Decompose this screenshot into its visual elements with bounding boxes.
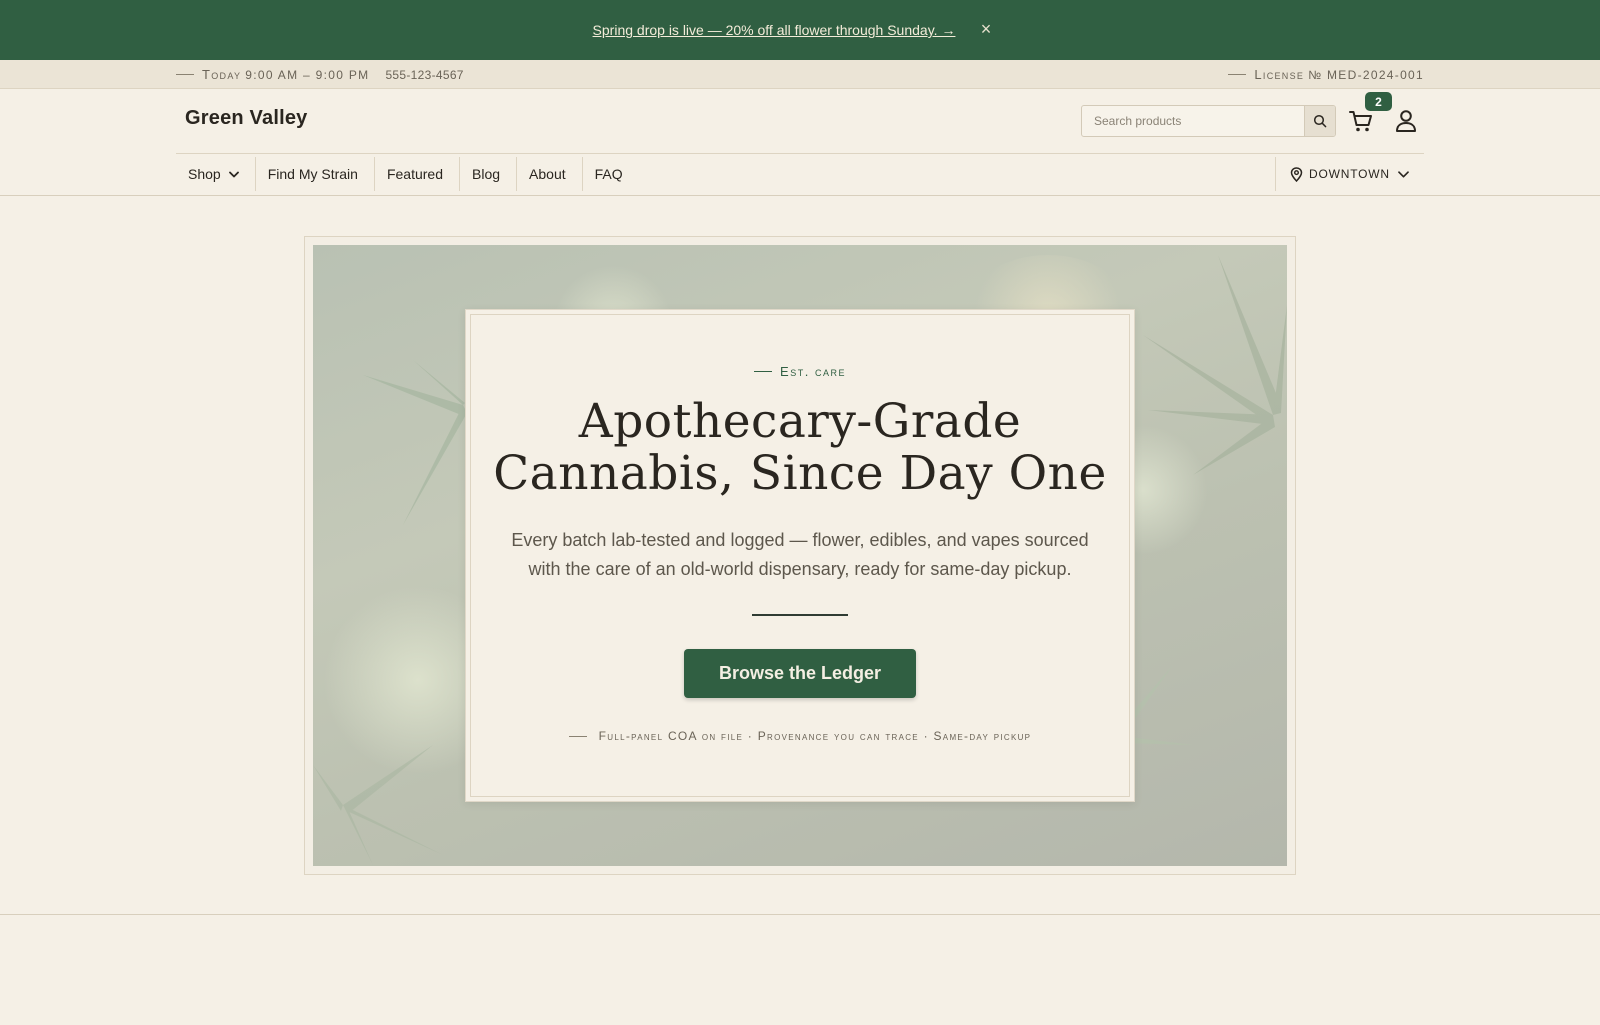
nav-item-find-my-strain[interactable]: Find My Strain [256, 157, 375, 191]
dash-divider [754, 371, 773, 372]
hours-label: Today [202, 67, 242, 82]
header-divider [0, 195, 1600, 196]
user-icon [1396, 110, 1416, 132]
nav-item-label: Shop [188, 166, 221, 182]
section-divider [0, 914, 1600, 915]
close-icon[interactable]: × [975, 18, 997, 40]
eyebrow-text: Est. care [780, 364, 846, 379]
location-pin-icon [1290, 166, 1303, 182]
promo-banner: Spring drop is live — 20% off all flower… [0, 0, 1600, 60]
hero-eyebrow: Est. care [0, 364, 1600, 379]
nav-item-label: About [529, 166, 566, 182]
trust-text: Full-panel COA on file · Provenance you … [598, 729, 1032, 743]
nav-divider [176, 153, 1424, 154]
search-input[interactable] [1082, 106, 1304, 136]
nav-item-blog[interactable]: Blog [460, 157, 518, 191]
subtext-line-2: with the care of an old-world dispensary… [528, 559, 1072, 579]
subtext-line-1: Every batch lab-tested and logged — flow… [511, 530, 1089, 550]
hours-value: 9:00 AM – 9:00 PM [245, 67, 370, 82]
nav-item-label: Blog [472, 166, 501, 182]
search-button[interactable] [1304, 106, 1335, 136]
search-box [1081, 105, 1336, 137]
nav-item-label: FAQ [594, 166, 623, 182]
store-hours: Today 9:00 AM – 9:00 PM 555-123-4567 [176, 60, 464, 89]
hero-divider [752, 614, 848, 616]
promo-link[interactable]: Spring drop is live — 20% off all flower… [593, 22, 956, 38]
headline-line-1: Apothecary-Grade [578, 394, 1022, 449]
nav-item-label: Featured [386, 166, 443, 182]
nav-item-shop[interactable]: Shop [176, 157, 256, 191]
trust-line: Full-panel COA on file · Provenance you … [465, 729, 1135, 743]
dash-divider [568, 735, 587, 737]
phone-number[interactable]: 555-123-4567 [385, 68, 463, 82]
cart-button[interactable] [1348, 108, 1374, 134]
hero-subtext: Every batch lab-tested and logged — flow… [510, 526, 1090, 584]
browse-ledger-button[interactable]: Browse the Ledger [684, 649, 916, 698]
chevron-down-icon [1397, 170, 1409, 178]
store-selector[interactable]: DOWNTOWN [1275, 157, 1409, 191]
nav-item-featured[interactable]: Featured [375, 157, 460, 191]
hero-headline: Apothecary-Grade Cannabis, Since Day One [465, 396, 1135, 500]
chevron-down-icon [228, 171, 239, 177]
headline-line-2: Cannabis, Since Day One [493, 446, 1107, 501]
store-name: DOWNTOWN [1309, 167, 1390, 181]
main-nav: Shop Find My Strain Featured Blog About … [176, 155, 639, 193]
nav-item-label: Find My Strain [267, 166, 358, 182]
license-info: License № MED-2024-001 [1228, 60, 1424, 89]
dash-divider [1228, 74, 1247, 75]
search-icon [1313, 114, 1327, 128]
brand-logo[interactable]: Green Valley [185, 107, 307, 130]
account-button[interactable] [1393, 108, 1419, 134]
cart-icon [1349, 111, 1372, 132]
info-bar: Today 9:00 AM – 9:00 PM 555-123-4567 Lic… [0, 60, 1600, 89]
dash-divider [176, 74, 194, 75]
cart-count-badge: 2 [1365, 92, 1392, 111]
license-value: № MED-2024-001 [1308, 67, 1424, 82]
nav-item-faq[interactable]: FAQ [583, 157, 639, 191]
license-label: License [1254, 67, 1305, 82]
nav-item-about[interactable]: About [517, 157, 583, 191]
